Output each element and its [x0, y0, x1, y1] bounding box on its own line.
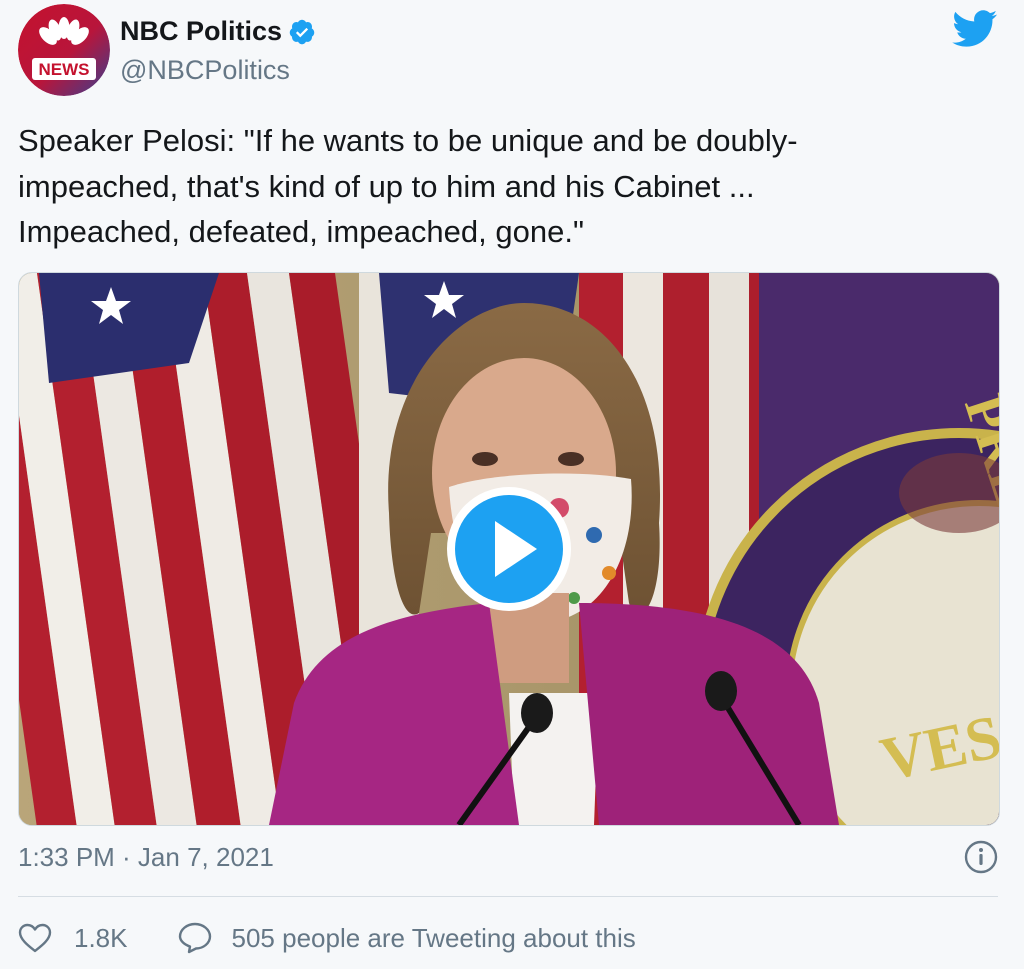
twitter-bird-icon[interactable]: [952, 10, 998, 48]
video-player[interactable]: PRESEN VES: [18, 272, 1000, 826]
like-button[interactable]: 1.8K: [18, 923, 178, 954]
verified-badge-icon: [289, 19, 315, 44]
tweet-text-line: Speaker Pelosi: "If he wants to be uniqu…: [18, 123, 798, 158]
conversation-label: 505 people are Tweeting about this: [231, 922, 636, 953]
conversation-link[interactable]: 505 people are Tweeting about this: [178, 922, 636, 954]
avatar-news-label: NEWS: [39, 60, 90, 79]
play-button[interactable]: [447, 487, 571, 611]
info-icon[interactable]: [964, 840, 998, 874]
like-count: 1.8K: [74, 922, 128, 953]
divider: [18, 896, 998, 897]
speech-bubble-icon: [178, 922, 211, 954]
play-icon: [495, 521, 537, 577]
tweet-text-line: impeached, that's kind of up to him and …: [18, 168, 755, 204]
tweet-timestamp[interactable]: 1:33 PM · Jan 7, 2021: [18, 842, 274, 873]
tweet-actions: 1.8K 505 people are Tweeting about this: [18, 918, 636, 958]
author-avatar[interactable]: NEWS: [18, 4, 110, 96]
tweet-text-line: Impeached, defeated, impeached, gone.": [18, 214, 584, 249]
author-name-row[interactable]: NBC Politics: [120, 16, 316, 47]
author-name[interactable]: NBC Politics: [120, 16, 282, 47]
author-handle[interactable]: @NBCPolitics: [120, 55, 290, 86]
nbc-peacock-logo-icon: NEWS: [18, 4, 110, 96]
heart-icon: [18, 923, 52, 953]
tweet-card: NEWS NBC Politics @NBCPolitics Speaker P…: [0, 0, 1024, 969]
tweet-text: Speaker Pelosi: "If he wants to be uniqu…: [18, 118, 978, 255]
